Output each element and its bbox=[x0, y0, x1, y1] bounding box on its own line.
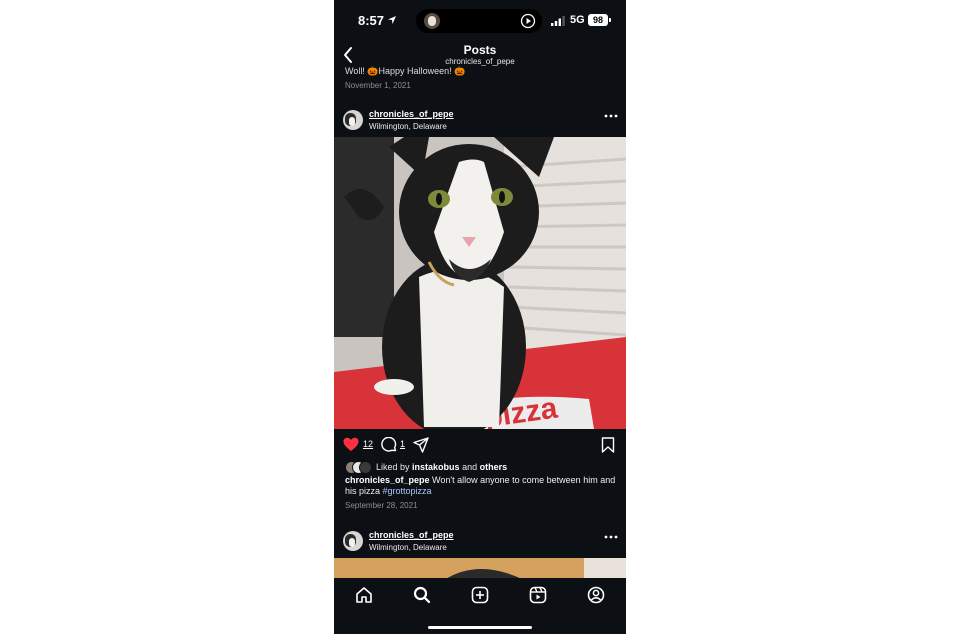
previous-post-date: November 1, 2021 bbox=[345, 81, 411, 90]
next-photo-image bbox=[334, 558, 626, 580]
location-arrow-icon bbox=[388, 16, 396, 24]
liked-by-others[interactable]: others bbox=[480, 462, 508, 472]
bookmark-icon[interactable] bbox=[601, 437, 615, 453]
now-playing-thumbnail-icon bbox=[424, 13, 440, 29]
caption-hashtag[interactable]: #grottopizza bbox=[383, 486, 432, 496]
post-photo[interactable]: pizza bbox=[334, 137, 626, 429]
dynamic-island[interactable] bbox=[416, 9, 542, 33]
like-heart-icon[interactable] bbox=[343, 437, 359, 452]
comment-icon[interactable] bbox=[381, 437, 397, 453]
post-actions: 12 1 bbox=[334, 436, 626, 456]
more-options-icon[interactable] bbox=[604, 113, 618, 119]
caption-username[interactable]: chronicles_of_pepe bbox=[345, 475, 430, 485]
profile-icon[interactable] bbox=[587, 586, 605, 604]
liked-by-and: and bbox=[462, 462, 478, 472]
more-options-icon[interactable] bbox=[604, 534, 618, 540]
battery-icon: 98 bbox=[588, 14, 611, 26]
create-post-icon[interactable] bbox=[471, 586, 489, 604]
avatar[interactable] bbox=[343, 110, 363, 130]
status-time: 8:57 bbox=[358, 13, 385, 28]
next-post-photo[interactable] bbox=[334, 558, 626, 580]
previous-post-caption: Woll! 🎃Happy Halloween! 🎃 bbox=[345, 66, 466, 76]
liker-avatars bbox=[345, 461, 373, 474]
bottom-tab-bar bbox=[334, 578, 626, 634]
liked-by-prefix: Liked by bbox=[376, 462, 410, 472]
post-username[interactable]: chronicles_of_pepe bbox=[369, 109, 454, 119]
avatar[interactable] bbox=[343, 531, 363, 551]
play-circle-icon[interactable] bbox=[520, 13, 536, 29]
next-post-location[interactable]: Wilmington, Delaware bbox=[369, 543, 447, 552]
post-location[interactable]: Wilmington, Delaware bbox=[369, 122, 447, 131]
liker-avatar-icon bbox=[359, 461, 372, 474]
next-post-username[interactable]: chronicles_of_pepe bbox=[369, 530, 454, 540]
reels-icon[interactable] bbox=[529, 586, 547, 604]
next-post-header: chronicles_of_pepe Wilmington, Delaware bbox=[334, 528, 626, 558]
page-subtitle: chronicles_of_pepe bbox=[445, 57, 515, 66]
signal-icon bbox=[551, 16, 565, 26]
network-type: 5G bbox=[570, 14, 585, 26]
search-icon[interactable] bbox=[413, 586, 431, 604]
post-caption: chronicles_of_pepe Won't allow anyone to… bbox=[345, 475, 619, 497]
home-indicator[interactable] bbox=[428, 626, 532, 629]
post-header: chronicles_of_pepe Wilmington, Delaware bbox=[334, 107, 626, 137]
instagram-app-screen: 8:57 5G 98 Posts chronicles_of_pepe Woll… bbox=[334, 0, 626, 634]
page-title: Posts bbox=[463, 43, 497, 57]
status-bar: 8:57 5G 98 bbox=[334, 0, 626, 40]
cat-photo-image: pizza bbox=[334, 137, 626, 429]
comment-count[interactable]: 1 bbox=[400, 439, 405, 449]
share-paper-plane-icon[interactable] bbox=[413, 437, 429, 453]
like-count[interactable]: 12 bbox=[363, 439, 373, 449]
liked-by-user[interactable]: instakobus bbox=[412, 462, 460, 472]
home-icon[interactable] bbox=[355, 586, 373, 604]
liked-by-text: Liked by instakobus and others bbox=[376, 462, 507, 472]
post-date: September 28, 2021 bbox=[345, 501, 418, 510]
